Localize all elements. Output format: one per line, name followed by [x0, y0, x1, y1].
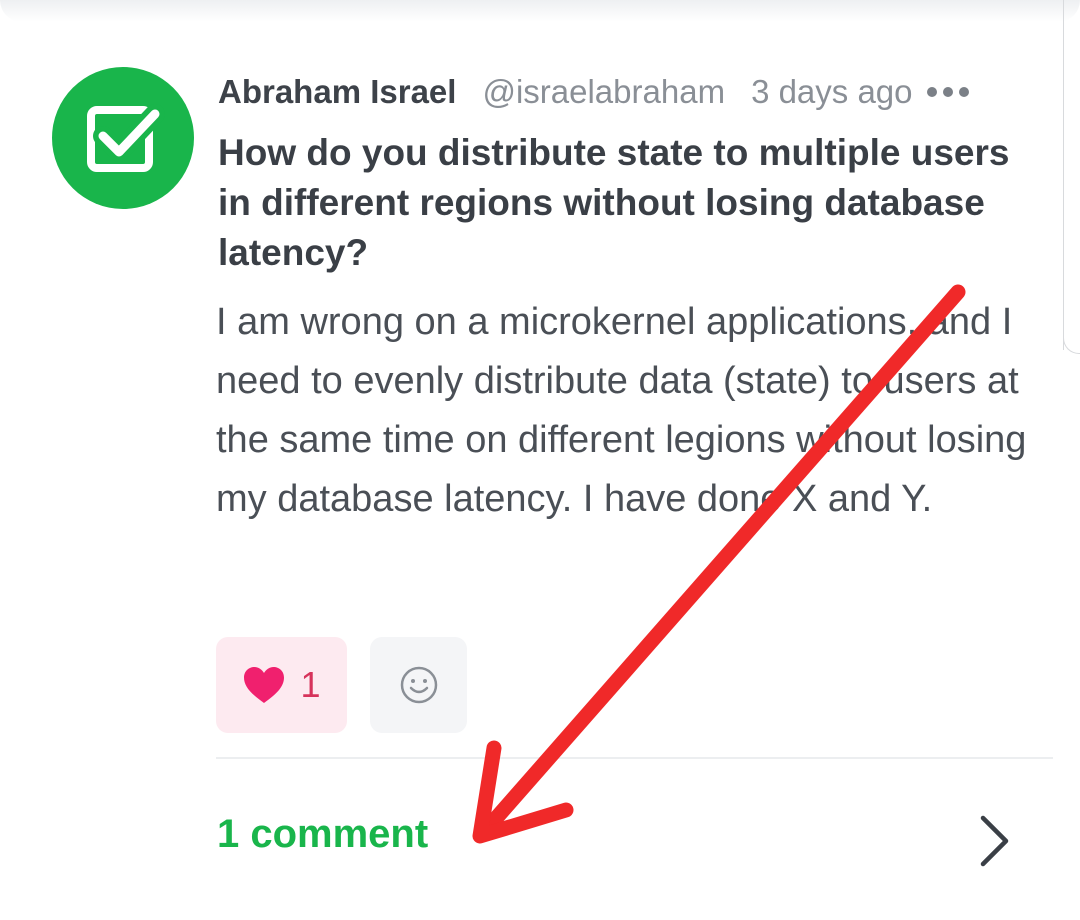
smiley-icon [400, 666, 437, 704]
post-card: Abraham Israel @israelabraham 3 days ago… [0, 0, 1080, 920]
post-timestamp: 3 days ago [751, 73, 913, 110]
post-title[interactable]: How do you distribute state to multiple … [218, 128, 1018, 278]
previous-card-edge [0, 0, 1080, 22]
author-handle[interactable]: @israelabraham [482, 73, 725, 111]
comments-link[interactable]: 1 comment [217, 812, 428, 857]
post-header: Abraham Israel @israelabraham 3 days ago [218, 70, 969, 114]
like-count: 1 [300, 664, 321, 705]
avatar[interactable] [52, 67, 194, 209]
author-name[interactable]: Abraham Israel [218, 73, 456, 111]
heart-icon [244, 667, 285, 703]
scroll-edge [1063, 0, 1064, 350]
checkbox-check-icon [87, 104, 165, 172]
like-reaction-button[interactable]: 1 [216, 637, 347, 733]
scroll-edge-corner [1063, 330, 1080, 354]
post-body: I am wrong on a microkernel applications… [216, 301, 1027, 520]
chevron-right-icon[interactable] [970, 812, 1018, 870]
more-options-icon[interactable] [926, 87, 969, 97]
add-reaction-button[interactable] [370, 637, 467, 733]
divider [216, 757, 1053, 759]
